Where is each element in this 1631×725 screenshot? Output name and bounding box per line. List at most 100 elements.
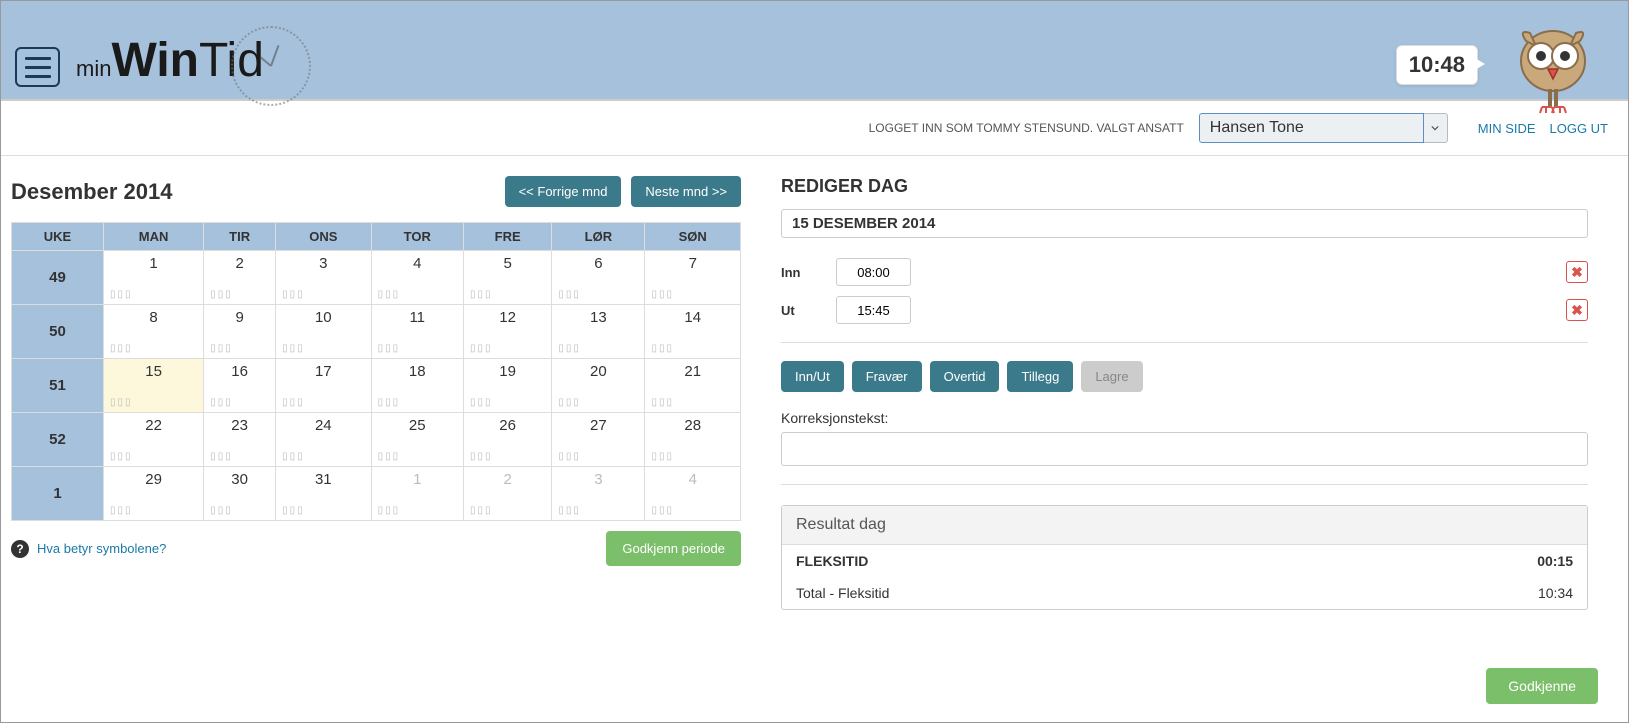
current-time: 10:48 xyxy=(1396,45,1478,85)
day-number: 30 xyxy=(204,471,275,488)
overtid-button[interactable]: Overtid xyxy=(930,361,1000,392)
cal-header-tir: TIR xyxy=(204,223,276,251)
delete-in-button[interactable]: ✖ xyxy=(1566,261,1588,283)
calendar-day[interactable]: 27▯▯▯ xyxy=(552,413,645,467)
calendar-day[interactable]: 4 ▯▯▯ xyxy=(371,251,463,305)
day-number: 5 xyxy=(464,255,551,272)
calendar-day[interactable]: 3▯▯▯ xyxy=(276,251,372,305)
day-number: 20 xyxy=(552,363,644,380)
day-number: 4 xyxy=(645,471,740,488)
calendar-day[interactable]: 26▯▯▯ xyxy=(463,413,551,467)
day-indicators: ▯▯▯ xyxy=(558,343,581,354)
innut-button[interactable]: Inn/Ut xyxy=(781,361,844,392)
logo-min: min xyxy=(76,56,111,81)
calendar-day[interactable]: 7▯▯▯ xyxy=(645,251,741,305)
calendar-day[interactable]: 8▯▯▯ xyxy=(104,305,204,359)
calendar-day[interactable]: 22▯▯▯ xyxy=(104,413,204,467)
result-value: 10:34 xyxy=(1538,585,1573,601)
day-indicators: ▯▯▯ xyxy=(110,289,133,300)
calendar-day[interactable]: 31▯▯▯ xyxy=(276,467,372,521)
cal-header-man: MAN xyxy=(104,223,204,251)
help-icon[interactable]: ? xyxy=(11,540,29,558)
day-number: 21 xyxy=(645,363,740,380)
delete-out-button[interactable]: ✖ xyxy=(1566,299,1588,321)
correction-input[interactable] xyxy=(781,432,1588,466)
calendar-day[interactable]: 11▯▯▯ xyxy=(371,305,463,359)
calendar-day[interactable]: 12 ▯▯▯ xyxy=(463,305,551,359)
employee-dropdown-button[interactable] xyxy=(1424,113,1448,143)
godkjenne-button[interactable]: Godkjenne xyxy=(1486,668,1598,704)
day-number: 28 xyxy=(645,417,740,434)
calendar-day[interactable]: 19▯▯▯ xyxy=(463,359,551,413)
next-month-button[interactable]: Neste mnd >> xyxy=(631,176,741,207)
day-indicators: ▯▯▯ xyxy=(558,505,581,516)
day-indicators: ▯▯▯ xyxy=(470,289,493,300)
calendar-day[interactable]: 1▯▯▯ xyxy=(104,251,204,305)
day-number: 2 xyxy=(204,255,275,272)
day-indicators: ▯▯▯ xyxy=(282,289,305,300)
edit-day-title: REDIGER DAG xyxy=(781,176,1588,197)
week-number: 50 xyxy=(12,305,104,359)
lagre-button[interactable]: Lagre xyxy=(1081,361,1142,392)
correction-label: Korreksjonstekst: xyxy=(781,410,1588,426)
calendar-day[interactable]: 18▯▯▯ xyxy=(371,359,463,413)
day-indicators: ▯▯▯ xyxy=(210,505,233,516)
calendar-day[interactable]: 20▯▯▯ xyxy=(552,359,645,413)
min-side-link[interactable]: MIN SIDE xyxy=(1478,121,1536,136)
calendar-day[interactable]: 24▯▯▯ xyxy=(276,413,372,467)
calendar-day[interactable]: 29▯▯▯ xyxy=(104,467,204,521)
calendar-day[interactable]: 13 ▯▯▯ xyxy=(552,305,645,359)
calendar-day[interactable]: 21▯▯▯ xyxy=(645,359,741,413)
day-indicators: ▯▯▯ xyxy=(210,343,233,354)
calendar-day[interactable]: 2▯▯▯ xyxy=(463,467,551,521)
day-number: 12 xyxy=(464,309,551,326)
calendar-day[interactable]: 10▯▯▯ xyxy=(276,305,372,359)
day-indicators: ▯▯▯ xyxy=(378,343,401,354)
calendar-day[interactable]: 16▯▯▯ xyxy=(204,359,276,413)
day-indicators: ▯▯▯ xyxy=(378,451,401,462)
calendar-day[interactable]: 1▯▯▯ xyxy=(371,467,463,521)
day-number: 27 xyxy=(552,417,644,434)
fravaer-button[interactable]: Fravær xyxy=(852,361,922,392)
cal-header-ons: ONS xyxy=(276,223,372,251)
calendar-day[interactable]: 14▯▯▯ xyxy=(645,305,741,359)
approve-period-button[interactable]: Godkjenn periode xyxy=(606,531,741,566)
clock-icon xyxy=(231,26,311,106)
calendar-day[interactable]: 9▯▯▯ xyxy=(204,305,276,359)
day-indicators: ▯▯▯ xyxy=(651,343,674,354)
day-number: 4 xyxy=(372,255,463,272)
calendar-day[interactable]: 5 ▯▯▯ xyxy=(463,251,551,305)
out-label: Ut xyxy=(781,303,836,318)
day-number: 29 xyxy=(104,471,203,488)
day-number: 1 xyxy=(372,471,463,488)
cal-header-fre: FRE xyxy=(463,223,551,251)
calendar-day[interactable]: 15▯▯▯ xyxy=(104,359,204,413)
day-indicators: ▯▯▯ xyxy=(210,289,233,300)
day-number: 13 xyxy=(552,309,644,326)
selected-date: 15 DESEMBER 2014 xyxy=(781,209,1588,238)
day-indicators: ▯▯▯ xyxy=(651,451,674,462)
day-indicators: ▯▯▯ xyxy=(470,343,493,354)
calendar-day[interactable]: 2 ▯▯▯ xyxy=(204,251,276,305)
calendar-day[interactable]: 28 ▯▯▯ xyxy=(645,413,741,467)
calendar-day[interactable]: 3▯▯▯ xyxy=(552,467,645,521)
out-time-input[interactable] xyxy=(836,296,911,324)
day-indicators: ▯▯▯ xyxy=(210,397,233,408)
calendar-day[interactable]: 6▯▯▯ xyxy=(552,251,645,305)
calendar-day[interactable]: 23▯▯▯ xyxy=(204,413,276,467)
calendar-day[interactable]: 4▯▯▯ xyxy=(645,467,741,521)
menu-button[interactable] xyxy=(15,47,60,87)
employee-input[interactable] xyxy=(1199,113,1424,143)
in-label: Inn xyxy=(781,265,836,280)
day-indicators: ▯▯▯ xyxy=(378,289,401,300)
calendar-day[interactable]: 30 ▯▯▯ xyxy=(204,467,276,521)
result-heading: Resultat dag xyxy=(782,506,1587,545)
symbols-help-link[interactable]: Hva betyr symbolene? xyxy=(37,541,166,556)
calendar-day[interactable]: 17▯▯▯ xyxy=(276,359,372,413)
in-time-input[interactable] xyxy=(836,258,911,286)
tillegg-button[interactable]: Tillegg xyxy=(1007,361,1073,392)
prev-month-button[interactable]: << Forrige mnd xyxy=(505,176,622,207)
day-number: 8 xyxy=(104,309,203,326)
logg-ut-link[interactable]: LOGG UT xyxy=(1549,121,1608,136)
calendar-day[interactable]: 25▯▯▯ xyxy=(371,413,463,467)
